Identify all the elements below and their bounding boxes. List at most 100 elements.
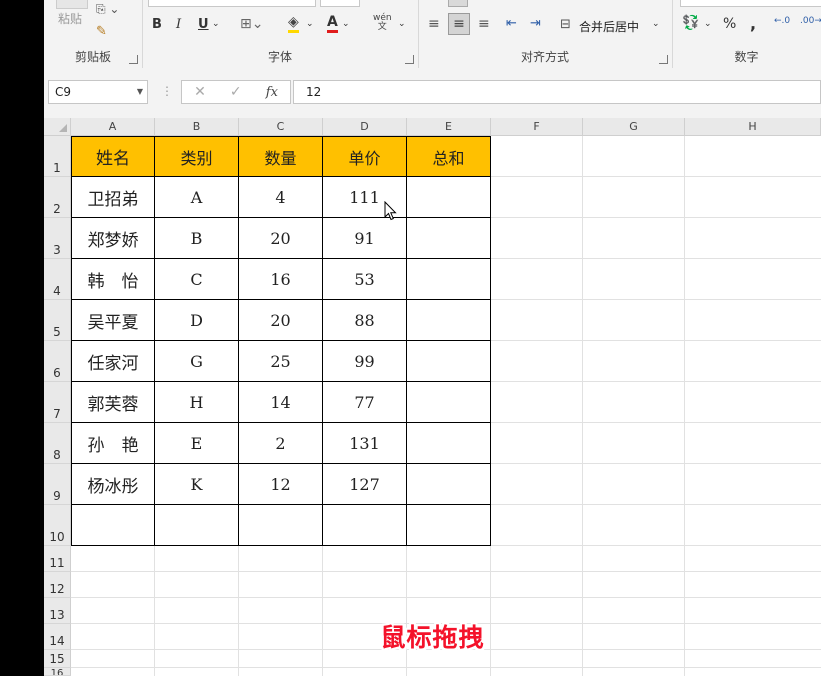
align-middle-icon[interactable] [448,0,468,7]
paste-icon[interactable] [56,0,88,9]
table-cell-price[interactable]: 88 [323,300,407,341]
percent-button[interactable]: % [723,16,736,32]
formula-input[interactable]: 12 [293,80,821,104]
table-cell-quantity[interactable]: 20 [239,300,323,341]
column-header-c[interactable]: C [239,118,323,136]
table-cell-quantity[interactable]: 4 [239,177,323,218]
table-cell-total[interactable] [407,259,491,300]
enter-icon[interactable]: ✓ [230,84,242,100]
table-cell-total[interactable] [407,505,491,546]
table-cell-name[interactable]: 韩 怡 [71,259,155,300]
table-cell-price[interactable]: 99 [323,341,407,382]
column-header-h[interactable]: H [685,118,821,136]
table-cell-name[interactable]: 卫招弟 [71,177,155,218]
merge-icon[interactable]: ⊟ [560,17,571,32]
phonetic-guide-icon[interactable]: wén 文 [373,14,392,32]
table-cell-category[interactable] [155,505,239,546]
currency-dropdown-icon[interactable]: ⌄ [704,19,712,29]
table-cell-quantity[interactable]: 25 [239,341,323,382]
column-header-b[interactable]: B [155,118,239,136]
font-size-combo[interactable] [320,0,360,7]
row-header-5[interactable]: 5 [44,300,71,341]
copy-icon[interactable]: ⎘ ⌄ [96,2,119,17]
increase-decimal-button[interactable]: ←.0 [774,16,790,26]
align-right-icon[interactable]: ≡ [478,16,490,32]
insert-function-button[interactable]: fx [266,85,278,100]
font-color-button[interactable]: A [327,14,338,33]
table-cell-price[interactable]: 131 [323,423,407,464]
table-cell-category[interactable]: K [155,464,239,505]
table-cell-price[interactable]: 77 [323,382,407,423]
table-cell-quantity[interactable] [239,505,323,546]
row-header-9[interactable]: 9 [44,464,71,505]
decrease-decimal-button[interactable]: .00→ [800,16,821,26]
table-cell-price[interactable]: 91 [323,218,407,259]
table-cell-category[interactable]: A [155,177,239,218]
table-cell-name[interactable]: 吴平夏 [71,300,155,341]
row-header-10[interactable]: 10 [44,505,71,546]
decrease-indent-icon[interactable]: ⇤ [506,16,517,31]
spreadsheet-grid[interactable]: A B C D E F G H 1 2 3 4 5 6 7 8 9 10 11 … [44,118,821,676]
font-name-combo[interactable] [148,0,316,7]
table-cell-name[interactable]: 杨冰彤 [71,464,155,505]
column-header-a[interactable]: A [71,118,155,136]
merge-center-button[interactable]: 合并后居中 [579,18,639,35]
more-options-icon[interactable]: ⋮ [161,84,173,98]
table-cell-name[interactable]: 孙 艳 [71,423,155,464]
fill-color-icon[interactable]: ◈ [288,14,299,33]
column-header-g[interactable]: G [583,118,685,136]
row-header-16[interactable]: 16 [44,668,71,676]
table-cell-name[interactable]: 郑梦娇 [71,218,155,259]
column-header-f[interactable]: F [491,118,583,136]
table-cell-total[interactable] [407,300,491,341]
table-cell-name[interactable] [71,505,155,546]
table-cell-price[interactable]: 127 [323,464,407,505]
underline-dropdown-icon[interactable]: ⌄ [212,19,220,29]
table-cell-name[interactable]: 郭芙蓉 [71,382,155,423]
font-color-dropdown-icon[interactable]: ⌄ [342,19,350,29]
table-header-name[interactable]: 姓名 [71,136,155,177]
row-header-12[interactable]: 12 [44,572,71,598]
table-cell-quantity[interactable]: 12 [239,464,323,505]
clipboard-launcher-icon[interactable] [129,55,138,64]
column-header-e[interactable]: E [407,118,491,136]
align-left-icon[interactable]: ≡ [428,16,440,32]
font-launcher-icon[interactable] [405,55,414,64]
phonetic-dropdown-icon[interactable]: ⌄ [398,19,406,29]
underline-button[interactable]: U [198,17,209,32]
table-cell-quantity[interactable]: 16 [239,259,323,300]
table-cell-category[interactable]: B [155,218,239,259]
increase-indent-icon[interactable]: ⇥ [530,16,541,31]
table-cell-name[interactable]: 任家河 [71,341,155,382]
table-header-total[interactable]: 总和 [407,136,491,177]
alignment-launcher-icon[interactable] [659,55,668,64]
table-cell-price[interactable] [323,505,407,546]
table-cell-price[interactable]: 53 [323,259,407,300]
row-header-4[interactable]: 4 [44,259,71,300]
select-all-corner[interactable] [44,118,71,136]
row-header-3[interactable]: 3 [44,218,71,259]
italic-button[interactable]: I [176,17,181,32]
format-painter-icon[interactable]: ✎ [96,24,107,39]
currency-format-icon[interactable]: 💱 [682,15,699,31]
table-cell-category[interactable]: E [155,423,239,464]
number-format-combo[interactable] [680,0,821,7]
table-cell-quantity[interactable]: 2 [239,423,323,464]
column-header-d[interactable]: D [323,118,407,136]
row-header-8[interactable]: 8 [44,423,71,464]
name-box[interactable]: C9 ▼ [48,80,148,104]
table-cell-total[interactable] [407,218,491,259]
table-cell-category[interactable]: H [155,382,239,423]
table-header-category[interactable]: 类别 [155,136,239,177]
table-cell-total[interactable] [407,464,491,505]
table-cell-total[interactable] [407,341,491,382]
table-cell-total[interactable] [407,423,491,464]
align-center-icon[interactable]: ≡ [448,13,470,35]
table-header-price[interactable]: 单价 [323,136,407,177]
table-header-quantity[interactable]: 数量 [239,136,323,177]
merge-dropdown-icon[interactable]: ⌄ [652,19,660,29]
table-cell-total[interactable] [407,382,491,423]
row-header-1[interactable]: 1 [44,136,71,177]
table-cell-category[interactable]: C [155,259,239,300]
row-header-2[interactable]: 2 [44,177,71,218]
